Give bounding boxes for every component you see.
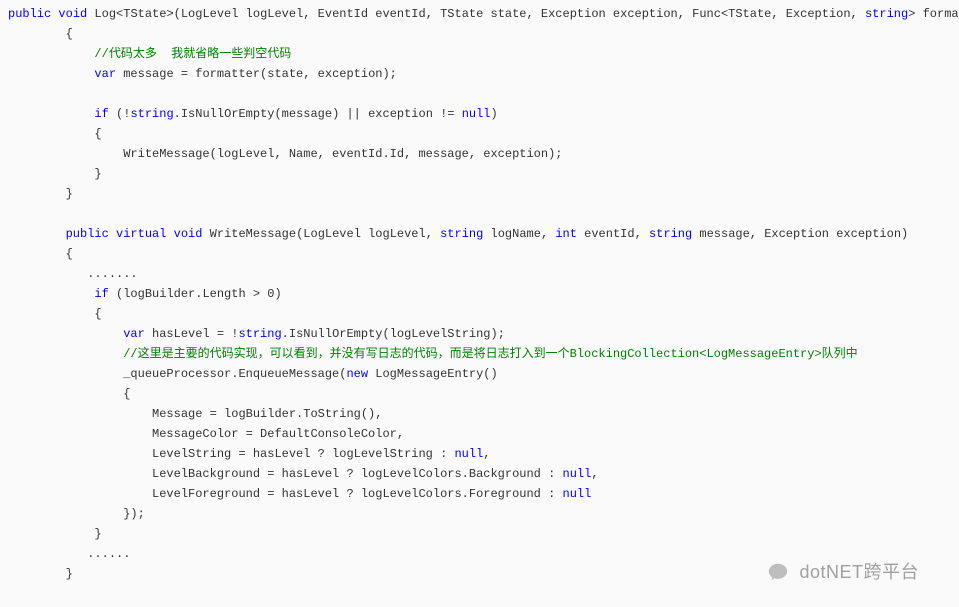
code-line: public void Log<TState>(LogLevel logLeve… — [8, 7, 959, 21]
keyword: null — [563, 467, 592, 481]
comment: //代码太多 我就省略一些判空代码 — [94, 47, 291, 61]
code-line: { — [8, 387, 130, 401]
code-line: LevelForeground = hasLevel ? logLevelCol… — [8, 487, 591, 501]
keyword: if — [94, 287, 108, 301]
keyword: int — [555, 227, 577, 241]
code-line: } — [8, 187, 73, 201]
comment: //这里是主要的代码实现，可以看到，并没有写日志的代码，而是将日志打入到一个Bl… — [123, 347, 857, 361]
keyword: void — [174, 227, 203, 241]
keyword: null — [462, 107, 491, 121]
code-line: var message = formatter(state, exception… — [8, 67, 397, 81]
code-line: public virtual void WriteMessage(LogLeve… — [8, 227, 908, 241]
code-line: { — [8, 247, 73, 261]
keyword: var — [123, 327, 145, 341]
keyword: public — [8, 7, 51, 21]
code-line: ...... — [8, 547, 130, 561]
code-line: }); — [8, 507, 145, 521]
code-line: MessageColor = DefaultConsoleColor, — [8, 427, 404, 441]
code-line: var hasLevel = !string.IsNullOrEmpty(log… — [8, 327, 505, 341]
keyword: string — [649, 227, 692, 241]
keyword: string — [440, 227, 483, 241]
code-block: public void Log<TState>(LogLevel logLeve… — [0, 0, 959, 588]
code-line: //代码太多 我就省略一些判空代码 — [8, 47, 291, 61]
keyword: null — [454, 447, 483, 461]
watermark-text: dotNET跨平台 — [799, 562, 919, 582]
code-line: } — [8, 167, 102, 181]
watermark: dotNET跨平台 — [767, 561, 919, 583]
code-line: LevelBackground = hasLevel ? logLevelCol… — [8, 467, 599, 481]
code-line: { — [8, 127, 102, 141]
keyword: string — [238, 327, 281, 341]
code-line: if (logBuilder.Length > 0) — [8, 287, 282, 301]
code-line: _queueProcessor.EnqueueMessage(new LogMe… — [8, 367, 498, 381]
keyword: public — [66, 227, 109, 241]
code-line: Message = logBuilder.ToString(), — [8, 407, 382, 421]
code-line: { — [8, 307, 102, 321]
wechat-icon — [767, 561, 789, 583]
code-line: ....... — [8, 267, 138, 281]
keyword: new — [346, 367, 368, 381]
keyword: string — [130, 107, 173, 121]
code-line: { — [8, 27, 73, 41]
code-line: } — [8, 527, 102, 541]
code-line: LevelString = hasLevel ? logLevelString … — [8, 447, 491, 461]
code-line: if (!string.IsNullOrEmpty(message) || ex… — [8, 107, 498, 121]
keyword: if — [94, 107, 108, 121]
code-line: WriteMessage(logLevel, Name, eventId.Id,… — [8, 147, 563, 161]
keyword: virtual — [116, 227, 166, 241]
keyword: null — [563, 487, 592, 501]
keyword: string — [865, 7, 908, 21]
keyword: var — [94, 67, 116, 81]
code-line: //这里是主要的代码实现，可以看到，并没有写日志的代码，而是将日志打入到一个Bl… — [8, 347, 858, 361]
code-line: } — [8, 567, 73, 581]
keyword: void — [58, 7, 87, 21]
